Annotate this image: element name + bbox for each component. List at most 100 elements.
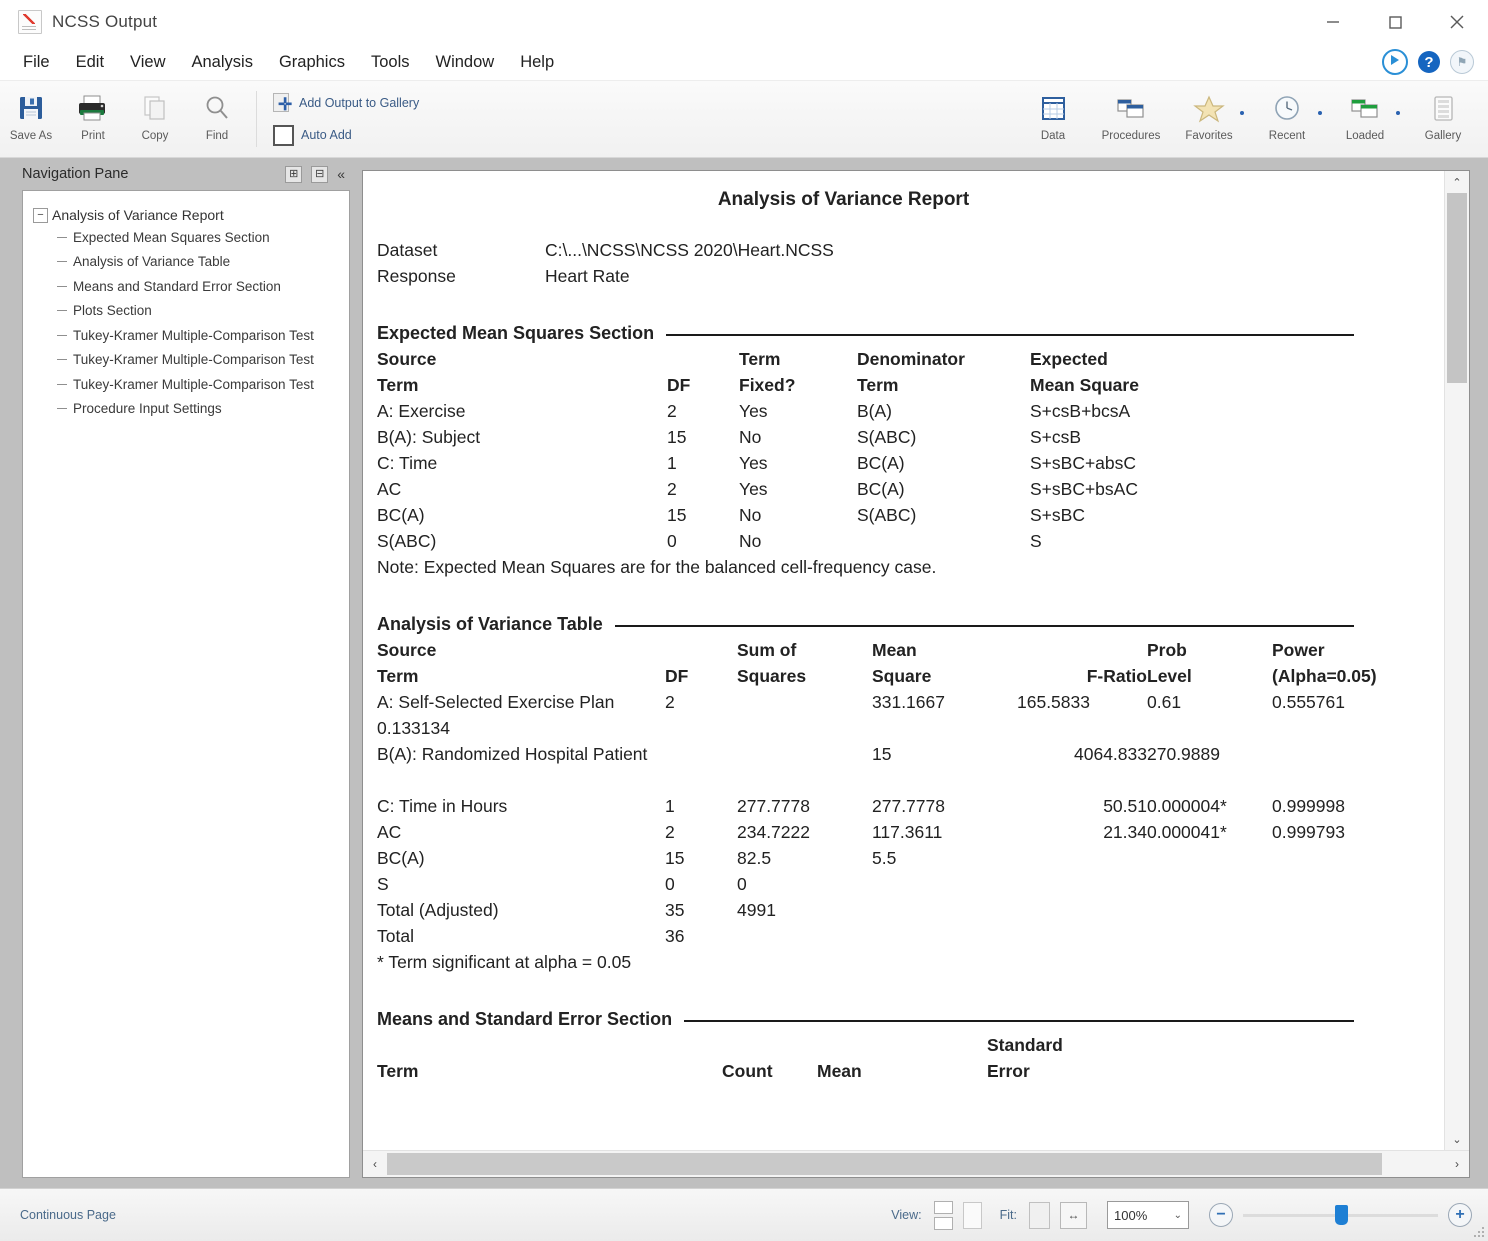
table-row: 0.133134 bbox=[377, 715, 1377, 741]
cell: S+sBC+absC bbox=[1030, 450, 1139, 476]
favorites-button[interactable]: Favorites bbox=[1170, 81, 1248, 157]
cell: Yes bbox=[739, 476, 857, 502]
tree-item-expected-mean-squares-section[interactable]: Expected Mean Squares Section bbox=[57, 225, 341, 250]
loaded-button[interactable]: Loaded bbox=[1326, 81, 1404, 157]
header-cell: Prob bbox=[1147, 637, 1272, 663]
menu-window[interactable]: Window bbox=[423, 44, 508, 80]
menu-tools[interactable]: Tools bbox=[358, 44, 423, 80]
cell: 0.999793 bbox=[1272, 819, 1377, 845]
header-cell: DF bbox=[665, 663, 737, 689]
vertical-scroll-thumb[interactable] bbox=[1447, 193, 1467, 383]
report-horizontal-scrollbar[interactable]: ‹ › bbox=[363, 1150, 1469, 1177]
gallery-button[interactable]: Gallery bbox=[1404, 81, 1482, 157]
table-header-row: Standard bbox=[377, 1032, 1063, 1058]
loaded-label: Loaded bbox=[1346, 130, 1384, 142]
scroll-left-icon[interactable]: ‹ bbox=[363, 1157, 387, 1171]
tree-item-tukey-kramer-1[interactable]: Tukey-Kramer Multiple-Comparison Test bbox=[57, 323, 341, 348]
tree-item-tukey-kramer-3[interactable]: Tukey-Kramer Multiple-Comparison Test bbox=[57, 372, 341, 397]
zoom-level-select[interactable]: 100% ⌄ bbox=[1107, 1201, 1189, 1229]
cell bbox=[872, 871, 1017, 897]
help-icon[interactable]: ? bbox=[1418, 51, 1440, 73]
tree-branch-icon bbox=[57, 335, 67, 336]
scroll-up-icon[interactable]: ⌃ bbox=[1445, 171, 1469, 193]
zoom-out-button[interactable]: − bbox=[1209, 1203, 1233, 1227]
loaded-caret-icon[interactable] bbox=[1396, 111, 1400, 115]
cell: 0 bbox=[665, 871, 737, 897]
section-rule bbox=[684, 1020, 1354, 1022]
stacked-pages-icon bbox=[934, 1201, 953, 1230]
report-frame: Analysis of Variance Report DatasetC:\..… bbox=[362, 170, 1470, 1178]
gallery-icon bbox=[1428, 89, 1458, 129]
tree-item-tukey-kramer-2[interactable]: Tukey-Kramer Multiple-Comparison Test bbox=[57, 348, 341, 373]
means-section-heading: Means and Standard Error Section bbox=[363, 1009, 1444, 1030]
status-mode-label: Continuous Page bbox=[0, 1208, 116, 1222]
vertical-scroll-track[interactable] bbox=[1445, 193, 1469, 1128]
save-as-button[interactable]: Save As bbox=[0, 81, 62, 157]
menu-edit[interactable]: Edit bbox=[63, 44, 117, 80]
cell: S bbox=[1030, 528, 1139, 554]
scroll-right-icon[interactable]: › bbox=[1445, 1157, 1469, 1171]
anova-table-footnote: * Term significant at alpha = 0.05 bbox=[363, 949, 1444, 975]
maximize-button[interactable] bbox=[1364, 0, 1426, 44]
add-output-to-gallery-button[interactable]: ✛ Add Output to Gallery bbox=[273, 93, 419, 113]
tree-item-analysis-of-variance-table[interactable]: Analysis of Variance Table bbox=[57, 250, 341, 275]
view-single-page-button[interactable] bbox=[963, 1202, 982, 1229]
cell bbox=[665, 715, 737, 741]
horizontal-scroll-track[interactable] bbox=[387, 1151, 1445, 1177]
add-output-to-gallery-label: Add Output to Gallery bbox=[299, 96, 419, 110]
menu-file[interactable]: File bbox=[10, 44, 63, 80]
data-button[interactable]: Data bbox=[1014, 81, 1092, 157]
auto-add-checkbox-row[interactable]: Auto Add bbox=[273, 125, 419, 146]
fit-label: Fit: bbox=[1000, 1208, 1017, 1222]
minimize-button[interactable] bbox=[1302, 0, 1364, 44]
scroll-down-icon[interactable]: ⌄ bbox=[1445, 1128, 1469, 1150]
window-resize-grip[interactable] bbox=[1473, 1226, 1485, 1238]
zoom-slider-thumb[interactable] bbox=[1335, 1205, 1348, 1225]
cell: 0.61 bbox=[1147, 689, 1272, 715]
find-label: Find bbox=[206, 130, 228, 142]
tree-item-means-and-standard-error-section[interactable]: Means and Standard Error Section bbox=[57, 274, 341, 299]
horizontal-scroll-thumb[interactable] bbox=[387, 1153, 1382, 1175]
tree-root-node[interactable]: − Analysis of Variance Report bbox=[33, 207, 341, 223]
table-row: BC(A) 15 82.5 5.5 bbox=[377, 845, 1377, 871]
menu-help[interactable]: Help bbox=[507, 44, 567, 80]
view-continuous-button[interactable] bbox=[934, 1201, 953, 1230]
recent-button[interactable]: Recent bbox=[1248, 81, 1326, 157]
tree-collapse-toggle-icon[interactable]: − bbox=[33, 208, 48, 223]
chevron-down-icon[interactable]: ⌄ bbox=[1174, 1210, 1182, 1221]
menu-graphics[interactable]: Graphics bbox=[266, 44, 358, 80]
tree-item-plots-section[interactable]: Plots Section bbox=[57, 299, 341, 324]
expand-all-button[interactable]: ⊞ bbox=[285, 166, 302, 183]
header-cell bbox=[817, 1032, 987, 1058]
print-button[interactable]: Print bbox=[62, 81, 124, 157]
menu-analysis[interactable]: Analysis bbox=[179, 44, 266, 80]
copy-button[interactable]: Copy bbox=[124, 81, 186, 157]
fit-width-button[interactable]: ↔ bbox=[1060, 1202, 1087, 1229]
collapse-pane-button[interactable]: « bbox=[337, 166, 344, 182]
zoom-slider[interactable] bbox=[1243, 1204, 1438, 1226]
report-vertical-scrollbar[interactable]: ⌃ ⌄ bbox=[1444, 171, 1469, 1150]
report-document[interactable]: Analysis of Variance Report DatasetC:\..… bbox=[363, 171, 1444, 1150]
menu-view[interactable]: View bbox=[117, 44, 178, 80]
close-button[interactable] bbox=[1426, 0, 1488, 44]
tree-item-procedure-input-settings[interactable]: Procedure Input Settings bbox=[57, 397, 341, 422]
cell: 234.7222 bbox=[737, 819, 872, 845]
find-button[interactable]: Find bbox=[186, 81, 248, 157]
header-cell: Expected bbox=[1030, 346, 1139, 372]
table-header-row: Term Count Mean Error bbox=[377, 1058, 1063, 1084]
toolbar-file-group: Save As Print bbox=[0, 81, 248, 157]
cell bbox=[1017, 845, 1147, 871]
auto-add-checkbox[interactable] bbox=[273, 125, 294, 146]
favorites-caret-icon[interactable] bbox=[1240, 111, 1244, 115]
zoom-in-button[interactable]: + bbox=[1448, 1203, 1472, 1227]
metadata-key: Response bbox=[377, 263, 545, 289]
cell: 21.34 bbox=[1017, 819, 1147, 845]
header-cell: Squares bbox=[737, 663, 872, 689]
pin-icon[interactable]: ⚑ bbox=[1450, 50, 1474, 74]
procedures-button[interactable]: Procedures bbox=[1092, 81, 1170, 157]
collapse-all-button[interactable]: ⊟ bbox=[311, 166, 328, 183]
recent-caret-icon[interactable] bbox=[1318, 111, 1322, 115]
fit-page-button[interactable] bbox=[1029, 1202, 1050, 1229]
run-icon[interactable] bbox=[1382, 49, 1408, 75]
navigation-tree[interactable]: − Analysis of Variance Report Expected M… bbox=[22, 190, 350, 1178]
